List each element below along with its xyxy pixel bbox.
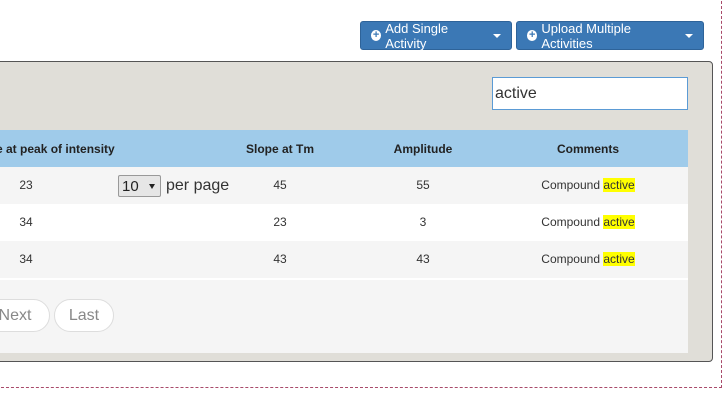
cell-amplitude: 43 bbox=[416, 252, 430, 266]
cell-comment: Compound active bbox=[512, 252, 664, 266]
search-input[interactable] bbox=[492, 77, 688, 110]
table-row: 34 43 43 Compound active bbox=[0, 241, 688, 278]
plus-circle-icon: + bbox=[371, 29, 382, 41]
comment-text: Compound bbox=[541, 252, 600, 266]
column-header-amplitude[interactable]: Amplitude bbox=[373, 142, 473, 156]
search-highlight: active bbox=[603, 178, 635, 192]
column-header-comments[interactable]: Comments bbox=[538, 142, 638, 156]
cell-comment: Compound active bbox=[512, 178, 664, 192]
search-highlight: active bbox=[603, 215, 635, 229]
comment-text: Compound bbox=[541, 178, 600, 192]
upload-multiple-activities-label: Upload Multiple Activities bbox=[541, 20, 631, 51]
last-page-button[interactable]: Last bbox=[54, 299, 114, 332]
per-page-select[interactable]: 10 bbox=[118, 175, 161, 197]
cell-intensity: 23 bbox=[19, 178, 33, 192]
cell-amplitude: 3 bbox=[419, 215, 427, 229]
cell-comment: Compound active bbox=[512, 215, 664, 229]
plus-circle-icon: + bbox=[527, 29, 538, 41]
pagination-bar: Next Last bbox=[0, 280, 688, 353]
caret-down-icon bbox=[493, 33, 501, 38]
cell-slope: 45 bbox=[273, 178, 287, 192]
column-header-intensity[interactable]: e at peak of intensity bbox=[0, 142, 126, 156]
search-highlight: active bbox=[603, 252, 635, 266]
comment-text: Compound bbox=[541, 215, 600, 229]
column-header-slope[interactable]: Slope at Tm bbox=[230, 142, 330, 156]
cell-intensity: 34 bbox=[19, 215, 33, 229]
table-header: e at peak of intensity Slope at Tm Ampli… bbox=[0, 130, 688, 168]
dropdown-arrow-icon bbox=[149, 184, 155, 189]
upload-multiple-activities-button[interactable]: + Upload Multiple Activities bbox=[516, 20, 704, 51]
activities-table: e at peak of intensity Slope at Tm Ampli… bbox=[0, 130, 688, 353]
per-page-value: 10 bbox=[122, 177, 139, 195]
cell-slope: 23 bbox=[273, 215, 287, 229]
add-single-activity-label: Add Single Activity bbox=[385, 20, 449, 51]
last-page-label: Last bbox=[68, 306, 100, 324]
next-page-button[interactable]: Next bbox=[0, 299, 50, 332]
add-single-activity-button[interactable]: + Add Single Activity bbox=[360, 20, 512, 51]
table-row: 34 23 3 Compound active bbox=[0, 204, 688, 242]
cell-intensity: 34 bbox=[19, 252, 33, 266]
cell-amplitude: 55 bbox=[416, 178, 430, 192]
table-row: 23 45 55 Compound active bbox=[0, 167, 688, 205]
per-page-label: per page bbox=[166, 177, 230, 194]
next-page-label: Next bbox=[0, 306, 32, 324]
caret-down-icon bbox=[685, 33, 693, 38]
cell-slope: 43 bbox=[273, 252, 287, 266]
